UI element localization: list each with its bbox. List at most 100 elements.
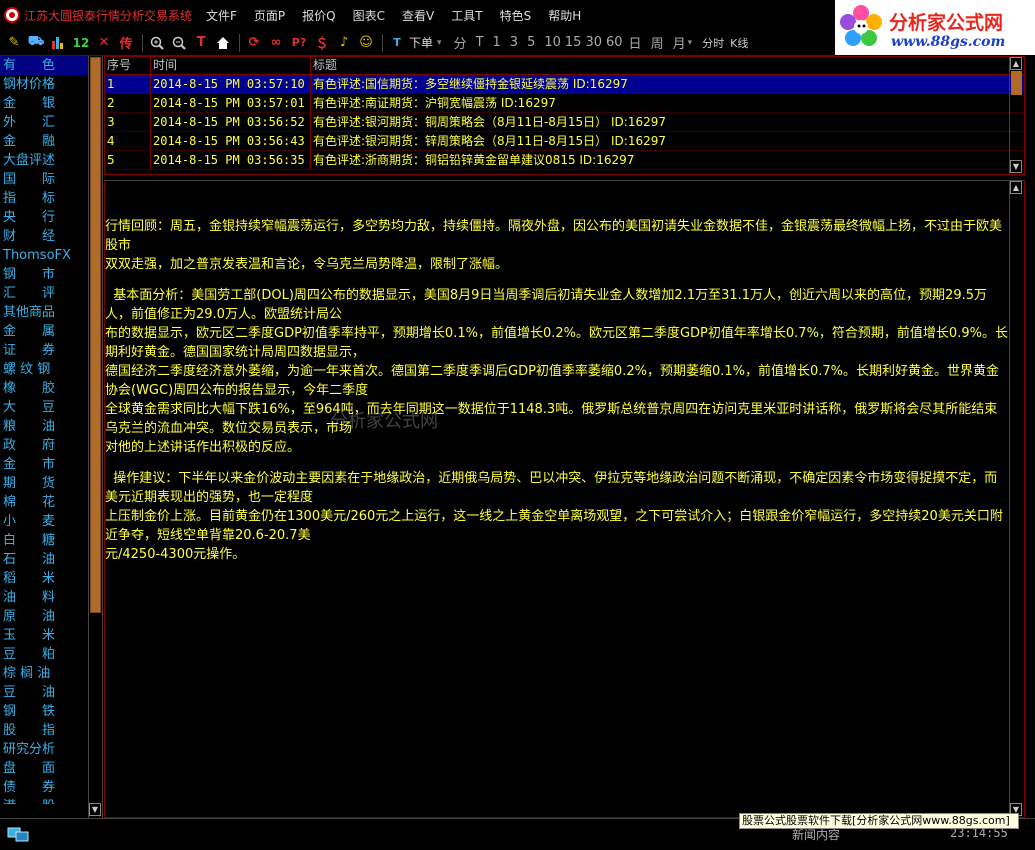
menu-help[interactable]: 帮助H <box>548 7 581 24</box>
category-item[interactable]: 粮 油 <box>0 417 88 436</box>
category-item[interactable]: 债 券 <box>0 778 88 797</box>
news-row[interactable]: 3 2014-8-15 PM 03:56:52 有色评述:银河期货：铜周策略会（8月… <box>105 113 1024 132</box>
network-computer-icon[interactable] <box>6 825 30 843</box>
menu-view[interactable]: 查看V <box>402 7 434 24</box>
news-row[interactable]: 4 2014-8-15 PM 03:56:43 有色评述:银河期货：锌周策略会（8月… <box>105 132 1024 151</box>
number-12-button[interactable]: 12 <box>70 33 92 53</box>
category-item[interactable]: 汇 评 <box>0 284 88 303</box>
category-item[interactable]: 白 糖 <box>0 531 88 550</box>
period-3[interactable]: 3 <box>510 35 518 50</box>
category-item[interactable]: ThomsoFX <box>0 246 88 265</box>
help-query-icon[interactable]: P? <box>288 33 310 53</box>
category-item[interactable]: 油 料 <box>0 588 88 607</box>
refresh-icon[interactable]: ⟳ <box>244 33 264 53</box>
category-item[interactable]: 金 银 <box>0 94 88 113</box>
period-month[interactable]: 月 <box>673 33 686 52</box>
category-item[interactable]: 股 指 <box>0 721 88 740</box>
column-header-title[interactable]: 标题 <box>311 57 1008 74</box>
dollar-icon[interactable]: ＄ <box>312 33 332 53</box>
column-header-time[interactable]: 时间 <box>151 57 311 74</box>
menu-quote[interactable]: 报价Q <box>302 7 335 24</box>
article-scroll-up-icon[interactable]: ▲ <box>1010 181 1022 194</box>
ad-banner[interactable]: 股票公式股票软件下载[分析家公式网www.88gs.com] <box>739 813 1019 829</box>
period-day[interactable]: 日 <box>629 33 642 52</box>
kline-button[interactable]: K线 <box>730 35 748 51</box>
menu-features[interactable]: 特色S <box>500 7 532 24</box>
bell-icon[interactable]: ♪ <box>334 33 354 53</box>
close-icon[interactable]: ✕ <box>94 33 114 53</box>
period-15[interactable]: 15 <box>565 35 582 50</box>
category-item[interactable]: 螺 纹 钢 <box>0 360 88 379</box>
sidebar-scrollbar[interactable]: ▼ <box>88 56 102 818</box>
menu-page[interactable]: 页面P <box>254 7 285 24</box>
category-item[interactable]: 棉 花 <box>0 493 88 512</box>
zoom-in-icon[interactable] <box>147 33 167 53</box>
chevron-down-icon[interactable]: ▾ <box>437 38 442 48</box>
category-item[interactable]: 棕 榈 油 <box>0 664 88 683</box>
category-item[interactable]: 外 汇 <box>0 113 88 132</box>
category-item[interactable]: 有 色 <box>0 56 88 75</box>
menu-chart[interactable]: 图表C <box>353 7 385 24</box>
period-week[interactable]: 周 <box>651 33 664 52</box>
pen-icon[interactable]: ✎ <box>4 33 24 53</box>
category-item[interactable]: 大 豆 <box>0 398 88 417</box>
category-item[interactable]: 玉 米 <box>0 626 88 645</box>
category-item[interactable]: 大盘评述 <box>0 151 88 170</box>
bar-chart-icon[interactable] <box>48 33 68 53</box>
news-scroll-thumb[interactable] <box>1011 71 1022 95</box>
period-30[interactable]: 30 <box>585 35 602 50</box>
category-item[interactable]: 其他商品 <box>0 303 88 322</box>
category-item[interactable]: 原 油 <box>0 607 88 626</box>
home-icon[interactable] <box>213 33 233 53</box>
news-scrollbar[interactable]: ▲ ▼ <box>1009 57 1024 174</box>
news-scroll-up-icon[interactable]: ▲ <box>1010 57 1022 70</box>
category-item[interactable]: 指 标 <box>0 189 88 208</box>
news-scroll-down-icon[interactable]: ▼ <box>1010 160 1022 173</box>
category-item[interactable]: 金 市 <box>0 455 88 474</box>
period-1[interactable]: 1 <box>493 35 501 50</box>
category-item[interactable]: 港 股 <box>0 797 88 804</box>
category-item[interactable]: 财 经 <box>0 227 88 246</box>
category-item[interactable]: 豆 粕 <box>0 645 88 664</box>
timeshare-button[interactable]: 分时 <box>702 35 724 51</box>
category-item[interactable]: 金 融 <box>0 132 88 151</box>
category-item[interactable]: 钢材价格 <box>0 75 88 94</box>
category-item[interactable]: 盘 面 <box>0 759 88 778</box>
order-button[interactable]: 下单 <box>409 34 433 51</box>
chevron-down-icon[interactable]: ▾ <box>688 38 693 48</box>
category-item[interactable]: 国 际 <box>0 170 88 189</box>
sidebar-scroll-thumb[interactable] <box>90 57 101 613</box>
column-header-no[interactable]: 序号 <box>105 57 151 74</box>
category-item[interactable]: 政 府 <box>0 436 88 455</box>
article-scrollbar[interactable]: ▲ ▼ <box>1009 181 1024 817</box>
category-item[interactable]: 橡 胶 <box>0 379 88 398</box>
category-item[interactable]: 研究分析 <box>0 740 88 759</box>
period-tick[interactable]: T <box>476 35 484 50</box>
category-item[interactable]: 金 属 <box>0 322 88 341</box>
sidebar-scroll-down-icon[interactable]: ▼ <box>89 803 101 816</box>
binoculars-icon[interactable]: ∞ <box>266 33 286 53</box>
chuan-button[interactable]: 传 <box>116 33 136 53</box>
category-item[interactable]: 央 行 <box>0 208 88 227</box>
menu-file[interactable]: 文件F <box>206 7 237 24</box>
news-row[interactable]: 5 2014-8-15 PM 03:56:35 有色评述:浙商期货：铜铝铅锌黄金留单… <box>105 151 1024 170</box>
period-10[interactable]: 10 <box>544 35 561 50</box>
period-minute[interactable]: 分 <box>454 33 467 52</box>
category-item[interactable]: 钢 铁 <box>0 702 88 721</box>
period-5[interactable]: 5 <box>527 35 535 50</box>
zoom-out-icon[interactable] <box>169 33 189 53</box>
category-item[interactable]: 钢 市 <box>0 265 88 284</box>
hammer-icon[interactable]: T <box>191 33 211 53</box>
smiley-icon[interactable]: ☺ <box>356 33 376 53</box>
category-item[interactable]: 稻 米 <box>0 569 88 588</box>
category-item[interactable]: 豆 油 <box>0 683 88 702</box>
category-item[interactable]: 期 货 <box>0 474 88 493</box>
car-icon[interactable]: ⛟ <box>26 33 46 53</box>
news-row[interactable]: 2 2014-8-15 PM 03:57:01 有色评述:南证期货：沪铜宽幅震荡 I… <box>105 94 1024 113</box>
period-60[interactable]: 60 <box>606 35 623 50</box>
news-row[interactable]: 1 2014-8-15 PM 03:57:10 有色评述:国信期货：多空继续僵持金银… <box>105 75 1024 94</box>
category-item[interactable]: 小 麦 <box>0 512 88 531</box>
menu-tools[interactable]: 工具T <box>451 7 482 24</box>
category-item[interactable]: 石 油 <box>0 550 88 569</box>
category-item[interactable]: 证 券 <box>0 341 88 360</box>
